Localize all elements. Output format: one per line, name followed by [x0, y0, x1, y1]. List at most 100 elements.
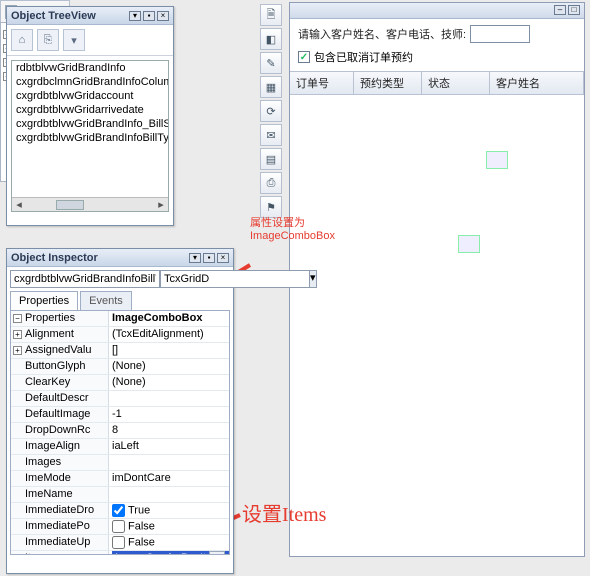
prop-val[interactable]: imDontCare: [109, 471, 229, 486]
h-scrollbar[interactable]: ◂ ▸: [12, 197, 168, 211]
prop-name: ImmediateUp: [25, 536, 90, 548]
tool-icon[interactable]: ⟳: [260, 100, 282, 122]
prop-val[interactable]: iaLeft: [109, 439, 229, 454]
grid-body[interactable]: [290, 95, 584, 535]
col-customer[interactable]: 客户姓名: [490, 72, 584, 94]
vert-toolbar: 🗎 ◧ ✎ ▦ ⟳ ✉ ▤ ⎙ ⚑: [260, 2, 284, 220]
menu-icon[interactable]: ▾: [129, 11, 141, 21]
menu-icon[interactable]: ▾: [189, 253, 201, 263]
prop-val[interactable]: (None): [109, 359, 229, 374]
close-icon[interactable]: ×: [217, 253, 229, 263]
selector-type: [160, 270, 310, 288]
search-row: 请输入客户姓名、客户电话、技师:: [290, 19, 584, 49]
prop-name: DefaultDescr: [25, 392, 89, 404]
prop-name: Alignment: [25, 328, 74, 340]
prop-name: Images: [25, 456, 61, 468]
component-icon[interactable]: [458, 235, 480, 253]
annotation-line: ImageComboBox: [250, 230, 335, 242]
tab-events[interactable]: Events: [80, 291, 132, 310]
tool-icon[interactable]: ⎙: [260, 172, 282, 194]
maximize-icon[interactable]: □: [568, 5, 580, 15]
prop-val[interactable]: (TcxEditAlignment): [109, 327, 229, 342]
form-designer-panel: – □ 请输入客户姓名、客户电话、技师: ✓ 包含已取消订单预约 订单号 预约类…: [289, 2, 585, 557]
col-order[interactable]: 订单号: [290, 72, 354, 94]
tree-item[interactable]: cxgrdbtblvwGridBrandInfo_BillSt: [12, 117, 168, 131]
annotation-text: 设置Items: [242, 498, 326, 527]
treeview-titlebar[interactable]: Object TreeView ▾ ▪ ×: [7, 7, 173, 25]
prop-name: ImeMode: [25, 472, 71, 484]
tree-item[interactable]: cxgrdbtblvwGridarrivedate: [12, 103, 168, 117]
scroll-right-icon[interactable]: ▸: [154, 198, 168, 212]
pin-icon[interactable]: ▪: [143, 11, 155, 21]
prop-val[interactable]: -1: [109, 407, 229, 422]
pin-icon[interactable]: ▪: [203, 253, 215, 263]
inspector-titlebar[interactable]: Object Inspector ▾ ▪ ×: [7, 249, 233, 267]
annotation-line: 属性设置为: [250, 214, 335, 230]
tree-item[interactable]: rdbtblvwGridBrandInfo: [12, 61, 168, 75]
scroll-left-icon[interactable]: ◂: [12, 198, 26, 212]
checkbox[interactable]: ✓: [298, 51, 310, 63]
checkbox-label: 包含已取消订单预约: [314, 49, 413, 65]
col-type[interactable]: 预约类型: [354, 72, 422, 94]
property-grid[interactable]: −Properties ImageComboBox +Alignment (TcxE…: [10, 310, 230, 555]
checkbox[interactable]: [112, 536, 125, 549]
search-input[interactable]: [470, 25, 530, 43]
col-status[interactable]: 状态: [422, 72, 490, 94]
prop-val[interactable]: True: [109, 503, 229, 518]
prop-val[interactable]: []: [109, 343, 229, 358]
prop-val[interactable]: [109, 487, 229, 502]
checkbox[interactable]: [112, 520, 125, 533]
tool-dropdown-icon[interactable]: ▾: [63, 29, 85, 51]
prop-name: DropDownRc: [25, 424, 90, 436]
selector-input[interactable]: [10, 270, 160, 288]
tree-item[interactable]: cxgrdbtblvwGridaccount: [12, 89, 168, 103]
search-label: 请输入客户姓名、客户电话、技师:: [298, 26, 466, 42]
tool-icon[interactable]: ▤: [260, 148, 282, 170]
tool-icon[interactable]: ✉: [260, 124, 282, 146]
prop-val[interactable]: [109, 455, 229, 470]
prop-val[interactable]: [109, 391, 229, 406]
prop-name: ImageAlign: [25, 440, 80, 452]
ellipsis-button[interactable]: …: [209, 551, 225, 555]
prop-val[interactable]: False: [109, 535, 229, 550]
close-icon[interactable]: ×: [157, 11, 169, 21]
object-treeview-window: Object TreeView ▾ ▪ × ⌂ ⎘ ▾ rdbtblvwGrid…: [6, 6, 174, 226]
component-selector[interactable]: ▾: [10, 270, 230, 288]
prop-name: Items: [25, 552, 52, 555]
prop-name: Properties: [25, 312, 75, 324]
tool-icon[interactable]: ▦: [260, 76, 282, 98]
minimize-icon[interactable]: –: [554, 5, 566, 15]
collapse-icon[interactable]: −: [13, 314, 22, 323]
treeview-toolbar: ⌂ ⎘ ▾: [7, 25, 173, 56]
filter-row: ✓ 包含已取消订单预约: [290, 49, 584, 71]
tool-icon[interactable]: 🗎: [260, 4, 282, 26]
tool-icon[interactable]: ⌂: [11, 29, 33, 51]
tool-icon[interactable]: ◧: [260, 28, 282, 50]
treeview-list[interactable]: rdbtblvwGridBrandInfo cxgrdbclmnGridBran…: [11, 60, 169, 212]
prop-name: AssignedValu: [25, 344, 91, 356]
panel-titlebar[interactable]: – □: [290, 3, 584, 19]
tree-item[interactable]: cxgrdbtblvwGridBrandInfoBillTyp: [12, 131, 168, 145]
prop-val[interactable]: ImageComboBox: [109, 311, 229, 326]
tool-icon[interactable]: ✎: [260, 52, 282, 74]
tool-icon[interactable]: ⎘: [37, 29, 59, 51]
expand-icon[interactable]: +: [13, 346, 22, 355]
tab-properties[interactable]: Properties: [10, 291, 78, 310]
component-icon[interactable]: [486, 151, 508, 169]
prop-val[interactable]: False: [109, 519, 229, 534]
prop-name: ImmediatePo: [25, 520, 90, 532]
inspector-title: Object Inspector: [11, 252, 189, 264]
prop-name: ImeName: [25, 488, 73, 500]
prop-name: ButtonGlyph: [25, 360, 86, 372]
chevron-down-icon[interactable]: ▾: [310, 270, 317, 288]
expand-icon[interactable]: +: [13, 330, 22, 339]
annotation-text: 属性设置为 ImageComboBox: [250, 214, 335, 242]
prop-name: ImmediateDro: [25, 504, 94, 516]
object-inspector-window: Object Inspector ▾ ▪ × ▾ Properties Even…: [6, 248, 234, 574]
prop-val[interactable]: 8: [109, 423, 229, 438]
tree-item[interactable]: cxgrdbclmnGridBrandInfoColumn: [12, 75, 168, 89]
scroll-thumb[interactable]: [56, 200, 84, 210]
checkbox[interactable]: [112, 504, 125, 517]
prop-val[interactable]: (None): [109, 375, 229, 390]
prop-name: ClearKey: [25, 376, 70, 388]
